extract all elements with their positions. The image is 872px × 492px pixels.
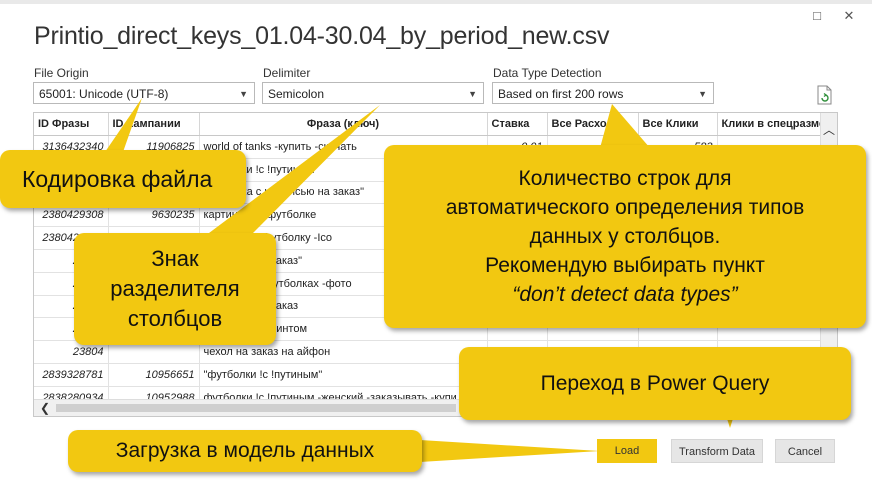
callout-encoding-text: Кодировка файла xyxy=(22,166,213,192)
column-header[interactable]: ID Кампании xyxy=(108,113,200,136)
table-header-row: ID Фразы ID Кампании Фраза (ключ) Ставка… xyxy=(34,113,831,136)
scrollbar-thumb[interactable] xyxy=(56,404,456,412)
callout-encoding: Кодировка файла xyxy=(0,150,246,208)
callout-power-query-text: Переход в Power Query xyxy=(540,372,770,395)
table-cell: "футболки !с !путиным" xyxy=(199,363,488,387)
scroll-left-icon[interactable]: ❮ xyxy=(40,400,50,416)
load-button[interactable]: Load xyxy=(597,439,657,463)
scroll-up-icon[interactable]: ︿ xyxy=(821,121,837,138)
dialog-title: Printio_direct_keys_01.04-30.04_by_perio… xyxy=(34,22,610,50)
column-header[interactable]: ID Фразы xyxy=(34,113,109,136)
file-origin-label: File Origin xyxy=(34,66,89,80)
callout-load-model: Загрузка в модель данных xyxy=(68,430,422,472)
column-header[interactable]: Все Расходы xyxy=(547,113,639,136)
detection-label: Data Type Detection xyxy=(493,66,602,80)
detection-value: Based on first 200 rows xyxy=(498,87,624,101)
delimiter-value: Semicolon xyxy=(268,87,325,101)
callout-detection-line: Рекомендую выбирать пункт xyxy=(485,254,765,277)
column-header[interactable]: Все Клики xyxy=(638,113,718,136)
callout-delimiter-line: Знак xyxy=(151,246,199,271)
cancel-button[interactable]: Cancel xyxy=(775,439,835,463)
chevron-down-icon: ▼ xyxy=(239,89,248,99)
callout-detection-line: автоматического определения типов xyxy=(445,196,805,219)
callout-detection-line: Количество строк для xyxy=(518,167,732,190)
detection-select[interactable]: Based on first 200 rows ▼ xyxy=(492,82,714,104)
callout-delimiter-line: разделителя xyxy=(110,276,240,301)
column-header[interactable]: Фраза (ключ) xyxy=(199,113,488,136)
table-cell: 10956651 xyxy=(108,363,200,387)
chevron-down-icon: ▼ xyxy=(468,89,477,99)
callout-delimiter: Знак разделителя столбцов xyxy=(74,233,276,345)
callout-detection: Количество строк для автоматического опр… xyxy=(384,145,866,328)
refresh-icon[interactable] xyxy=(816,85,834,105)
delimiter-select[interactable]: Semicolon ▼ xyxy=(262,82,484,104)
callout-delimiter-line: столбцов xyxy=(127,306,223,331)
chevron-down-icon: ▼ xyxy=(698,89,707,99)
column-header[interactable]: Ставка xyxy=(487,113,548,136)
callout-detection-line: “don’t detect data types” xyxy=(512,283,738,306)
maximize-icon[interactable]: □ xyxy=(806,6,828,26)
table-cell: 2839328781 xyxy=(34,363,109,387)
close-icon[interactable]: ✕ xyxy=(838,6,860,26)
title-bar-strip xyxy=(0,0,872,4)
callout-detection-line: данных у столбцов. xyxy=(529,225,721,248)
transform-data-button[interactable]: Transform Data xyxy=(671,439,763,463)
column-header[interactable]: Клики в спецразме xyxy=(717,113,831,136)
callout-power-query: Переход в Power Query xyxy=(459,347,851,420)
delimiter-label: Delimiter xyxy=(263,66,311,80)
file-origin-value: 65001: Unicode (UTF-8) xyxy=(39,87,169,101)
callout-load-model-text: Загрузка в модель данных xyxy=(115,439,375,462)
file-origin-select[interactable]: 65001: Unicode (UTF-8) ▼ xyxy=(33,82,255,104)
